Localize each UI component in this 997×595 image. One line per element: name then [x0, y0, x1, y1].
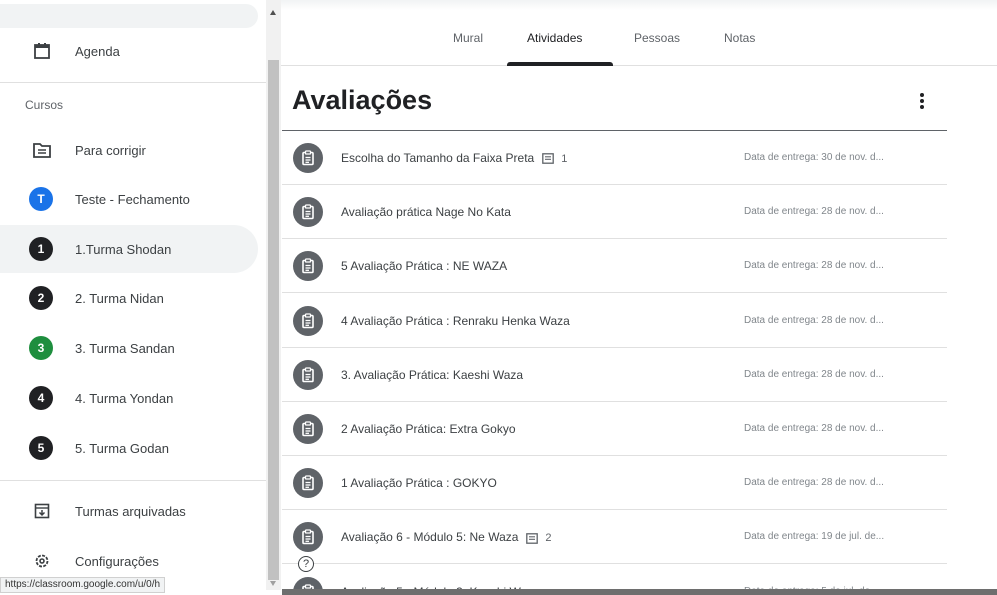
- sidebar-item-previous[interactable]: [0, 4, 258, 28]
- archive-icon: [30, 499, 54, 523]
- tab-grades[interactable]: Notas: [724, 31, 755, 45]
- tab-activities[interactable]: Atividades: [527, 31, 582, 45]
- assignment-due-date: Data de entrega: 28 de nov. d...: [744, 260, 884, 272]
- assignment-icon: [293, 359, 323, 390]
- topic-title: Avaliações: [292, 85, 433, 115]
- assignment-row[interactable]: 3. Avaliação Prática: Kaeshi Waza Data de…: [282, 348, 947, 402]
- assignment-row[interactable]: 5 Avaliação Prática : NE WAZA Data de ent…: [282, 239, 947, 294]
- assignment-title-text: Avaliação prática Nage No Kata: [341, 205, 511, 220]
- course-avatar: 4: [29, 386, 53, 410]
- assignment-title: 1 Avaliação Prática : GOKYO: [341, 476, 497, 490]
- scroll-down-arrow-icon[interactable]: [270, 581, 276, 586]
- course-avatar: 1: [29, 237, 53, 261]
- scroll-up-arrow-icon[interactable]: [270, 10, 276, 15]
- assignment-icon: [293, 468, 323, 499]
- assignment-title: 5 Avaliação Prática : NE WAZA: [341, 259, 507, 273]
- sidebar-item-label: 3. Turma Sandan: [75, 340, 175, 356]
- comment-count-value: 2: [545, 532, 552, 545]
- sidebar: Agenda Cursos Para corrigir T Teste - Fe…: [0, 0, 266, 595]
- assignment-title-text: 4 Avaliação Prática : Renraku Henka Waza: [341, 313, 570, 328]
- active-tab-indicator: [507, 62, 613, 66]
- help-icon[interactable]: ?: [298, 556, 314, 572]
- sidebar-item-label: Para corrigir: [75, 142, 146, 158]
- assignment-icon: [293, 143, 323, 173]
- assignment-row[interactable]: Avaliação prática Nage No Kata Data de en…: [282, 185, 947, 240]
- comment-icon: [526, 532, 542, 544]
- assignment-row[interactable]: 2 Avaliação Prática: Extra Gokyo Data de …: [282, 402, 947, 456]
- comment-count: 1: [542, 153, 567, 165]
- courses-section-label: Cursos: [25, 98, 64, 112]
- sidebar-item-label: Teste - Fechamento: [75, 191, 190, 207]
- sidebar-divider: [0, 480, 266, 481]
- assignment-title: Escolha do Tamanho da Faixa Preta 1: [341, 151, 567, 165]
- assignment-title: 4 Avaliação Prática : Renraku Henka Waza: [341, 314, 570, 328]
- assignment-row[interactable]: Escolha do Tamanho da Faixa Preta 1 Data d…: [282, 131, 947, 185]
- assignment-due-date: Data de entrega: 28 de nov. d...: [744, 423, 884, 434]
- status-bar-url: https://classroom.google.com/u/0/h: [0, 577, 166, 593]
- sidebar-item-course[interactable]: T Teste - Fechamento: [0, 175, 258, 223]
- tab-mural[interactable]: Mural: [453, 31, 483, 45]
- assignment-icon: [293, 305, 323, 336]
- comment-icon: [542, 153, 558, 165]
- calendar-icon: [30, 39, 54, 63]
- assignment-row[interactable]: Avaliação 6 - Módulo 5: Ne Waza 2 Data de …: [282, 510, 947, 565]
- gear-icon: [30, 549, 54, 573]
- scrollbar-thumb[interactable]: [268, 60, 279, 580]
- assignment-icon: [293, 251, 323, 282]
- comment-count-value: 1: [561, 152, 568, 165]
- sidebar-item-label: Turmas arquivadas: [75, 503, 186, 519]
- tab-people[interactable]: Pessoas: [634, 31, 680, 45]
- course-avatar: 2: [29, 286, 53, 310]
- sidebar-scrollbar[interactable]: [266, 0, 281, 590]
- assignment-icon: [293, 414, 323, 444]
- comment-count: 2: [526, 532, 552, 545]
- assignment-row[interactable]: 4 Avaliação Prática : Renraku Henka Waza…: [282, 294, 947, 348]
- sidebar-item-course[interactable]: 3 3. Turma Sandan: [0, 324, 258, 372]
- sidebar-item-label: 2. Turma Nidan: [75, 290, 164, 306]
- sidebar-item-course[interactable]: 4 4. Turma Yondan: [0, 374, 258, 422]
- sidebar-item-label: 1.Turma Shodan: [75, 241, 172, 257]
- sidebar-item-label: 5. Turma Godan: [75, 440, 169, 456]
- assignment-row[interactable]: 1 Avaliação Prática : GOKYO Data de entre…: [282, 456, 947, 511]
- sidebar-item-course[interactable]: 5 5. Turma Godan: [0, 424, 258, 472]
- assignment-title-text: 5 Avaliação Prática : NE WAZA: [341, 259, 508, 274]
- more-options-icon[interactable]: [918, 92, 926, 110]
- folder-review-icon: [30, 138, 54, 162]
- assignment-due-date: Data de entrega: 30 de nov. d...: [744, 152, 884, 163]
- assignment-title: 2 Avaliação Prática: Extra Gokyo: [341, 422, 516, 436]
- window-bottom-edge: [282, 589, 997, 595]
- assignment-due-date: Data de entrega: 28 de nov. d...: [744, 477, 884, 489]
- assignment-title-text: Avaliação 6 - Módulo 5: Ne Waza: [341, 530, 519, 545]
- assignment-icon: [293, 522, 323, 553]
- assignment-title-text: Escolha do Tamanho da Faixa Preta: [341, 151, 535, 165]
- assignment-title-text: 1 Avaliação Prática : GOKYO: [341, 476, 497, 491]
- sidebar-divider: [0, 82, 266, 83]
- assignment-icon: [293, 197, 323, 228]
- assignment-title: Avaliação 6 - Módulo 5: Ne Waza 2: [341, 530, 552, 544]
- sidebar-item-agenda[interactable]: Agenda: [0, 27, 258, 75]
- course-avatar: 5: [29, 436, 53, 460]
- sidebar-item-archived[interactable]: Turmas arquivadas: [0, 487, 258, 535]
- sidebar-item-label: Agenda: [75, 43, 120, 59]
- assignment-title: Avaliação prática Nage No Kata: [341, 205, 511, 219]
- assignment-title: 3. Avaliação Prática: Kaeshi Waza: [341, 368, 523, 382]
- assignment-title-text: 3. Avaliação Prática: Kaeshi Waza: [341, 367, 524, 382]
- assignment-due-date: Data de entrega: 28 de nov. d...: [744, 206, 884, 218]
- sidebar-item-label: 4. Turma Yondan: [75, 390, 174, 406]
- sidebar-item-course-active[interactable]: 1 1.Turma Shodan: [0, 225, 258, 273]
- sidebar-item-to-review[interactable]: Para corrigir: [0, 126, 258, 174]
- assignment-due-date: Data de entrega: 19 de jul. de...: [744, 531, 885, 543]
- assignment-due-date: Data de entrega: 28 de nov. d...: [744, 368, 884, 380]
- sidebar-item-course[interactable]: 2 2. Turma Nidan: [0, 274, 258, 322]
- sidebar-item-label: Configurações: [75, 553, 159, 569]
- course-avatar: 3: [29, 336, 53, 360]
- assignment-title-text: 2 Avaliação Prática: Extra Gokyo: [341, 422, 516, 436]
- assignment-due-date: Data de entrega: 28 de nov. d...: [744, 314, 884, 326]
- course-avatar: T: [29, 187, 53, 211]
- top-tab-bar: Mural Atividades Pessoas Notas: [281, 10, 997, 66]
